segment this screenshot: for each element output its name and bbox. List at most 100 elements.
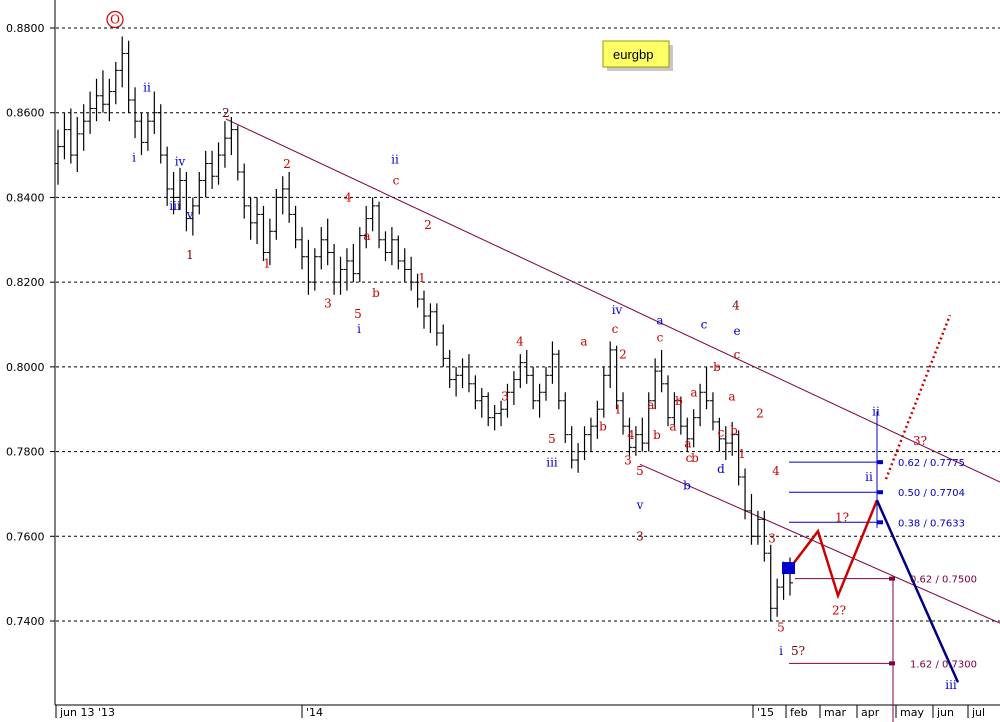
symbol-label: eurgbp: [602, 40, 673, 71]
x-tick-label: jun 13 '13: [59, 706, 115, 719]
y-tick-label: 0.7800: [6, 446, 45, 459]
wave-label: b: [691, 451, 699, 465]
wave-label: ii: [391, 153, 399, 167]
y-tick-label: 0.7600: [6, 530, 45, 543]
x-tick-label: '15: [757, 706, 774, 719]
y-axis: 0.8800 0.8600 0.8400 0.8200 0.8000 0.7800 0.76…: [0, 0, 56, 722]
wave-label: b: [653, 428, 661, 442]
wave-label: b: [675, 394, 683, 408]
symbol-text: eurgbp: [613, 47, 653, 62]
wave-label: iii: [169, 199, 181, 213]
y-tick-label: 0.8600: [6, 107, 45, 120]
wave-label: ii: [865, 470, 873, 484]
wave-label: c: [612, 322, 619, 336]
wave-label: iii: [546, 455, 558, 469]
x-tick-label: jul: [971, 706, 985, 719]
wave-label: 2: [283, 157, 291, 171]
wave-label: b: [683, 479, 691, 493]
fib-handle: [877, 520, 883, 525]
wave-label: 1?: [835, 510, 849, 524]
wave-label: a: [647, 398, 654, 412]
fib-label: 0.62 / 0.7500: [910, 575, 977, 586]
wave-label: a: [363, 229, 370, 243]
fib-label: 0.62 / 0.7775: [898, 458, 965, 469]
wave-label: 3?: [913, 434, 927, 448]
wave-label: a: [684, 436, 691, 450]
wave-label: i: [357, 322, 361, 336]
wave-label: 2: [756, 407, 764, 421]
wave-label: 5: [777, 621, 785, 635]
wave-label: 3: [501, 390, 509, 404]
wave-label: 5?: [791, 644, 805, 658]
wave-label: b: [713, 360, 721, 374]
wave-label: ii: [143, 81, 151, 95]
wave-label: i: [779, 644, 783, 658]
wave-label: c: [718, 426, 725, 440]
x-tick-label: may: [900, 706, 924, 719]
wave-label: a: [728, 390, 735, 404]
wave-label: 1: [186, 248, 194, 262]
y-tick-label: 0.7400: [6, 615, 45, 628]
current-position-marker: [782, 562, 795, 575]
wave-label: 4: [732, 299, 740, 313]
fib-handle: [877, 460, 883, 465]
wave-label: 2: [424, 218, 432, 232]
x-tick-label: jun: [936, 706, 954, 719]
wave-label: 1: [263, 256, 271, 270]
wave-label: b: [730, 424, 738, 438]
wave-label: 1: [614, 402, 622, 416]
wave-label: 3: [768, 532, 776, 546]
wave-label: c: [657, 330, 664, 344]
wave-label: 2?: [832, 604, 846, 618]
wave-label: 5: [636, 464, 644, 478]
wave-label: iv: [612, 303, 623, 317]
x-tick-label: '14: [306, 706, 323, 719]
wave-label: 4: [344, 191, 352, 205]
wave-label: a: [690, 386, 697, 400]
wave-label: a: [580, 335, 587, 349]
fib-handle: [889, 661, 895, 666]
x-tick-label: mar: [824, 706, 846, 719]
wave-label: e: [733, 324, 740, 338]
wave-label: a: [656, 314, 663, 328]
x-tick-label: feb: [790, 706, 808, 719]
y-tick-label: 0.8800: [6, 22, 45, 35]
wave-label: a: [669, 419, 676, 433]
wave-label: ii: [872, 405, 880, 419]
y-tick-label: 0.8200: [6, 276, 45, 289]
y-tick-label: 0.8000: [6, 361, 45, 374]
wave-label: v: [636, 498, 644, 512]
fib-handle: [889, 576, 895, 581]
wave-label: 3: [324, 297, 332, 311]
fib-label: 0.50 / 0.7704: [898, 488, 965, 499]
wave-label: 4: [516, 335, 524, 349]
wave-label: iii: [945, 678, 957, 692]
wave-label: iv: [175, 155, 186, 169]
wave-label: c: [393, 174, 400, 188]
top-marker-label: O: [110, 13, 120, 27]
y-tick-label: 0.8400: [6, 191, 45, 204]
wave-label: 5: [354, 307, 362, 321]
fib-handle: [877, 490, 883, 495]
wave-label: d: [717, 462, 725, 476]
wave-label: 3: [624, 453, 632, 467]
wave-label: 2: [619, 347, 627, 361]
wave-label: 4: [627, 428, 635, 442]
x-axis: jun 13 '13 '14 '15 feb mar apr may jun jul: [55, 704, 1000, 719]
wave-label: i: [132, 150, 136, 164]
wave-label: 4: [772, 464, 780, 478]
wave-label: b: [372, 286, 380, 300]
wave-label: 2: [222, 106, 230, 120]
wave-label: c: [734, 347, 741, 361]
wave-label: b: [599, 419, 607, 433]
plot-area: [55, 0, 1000, 705]
wave-label: v: [186, 208, 194, 222]
wave-label: 3: [636, 530, 644, 544]
wave-label: 1: [418, 271, 426, 285]
fib-label: 1.62 / 0.7300: [910, 659, 977, 670]
wave-label: c: [701, 318, 708, 332]
fib-label: 0.38 / 0.7633: [898, 518, 965, 529]
x-tick-label: apr: [861, 706, 880, 719]
wave-label: 5: [548, 432, 556, 446]
price-chart: 0.8800 0.8600 0.8400 0.8200 0.8000 0.7800 0.76…: [0, 0, 1000, 722]
